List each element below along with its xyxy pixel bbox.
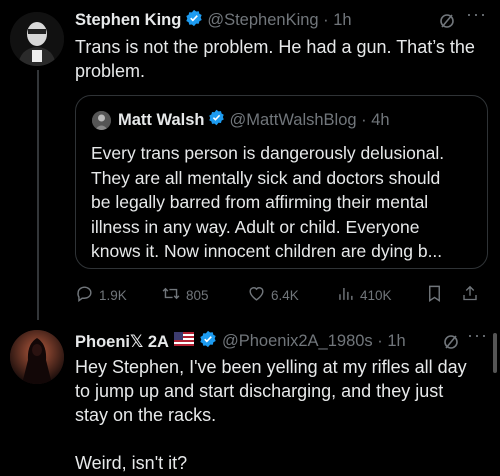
retweet-count: 805 <box>186 287 209 303</box>
tweet2-header: Phoeni𝕏 2A @Phoenix2A_1980s · 1h <box>75 330 406 353</box>
quote-author-handle: @MattWalshBlog · 4h <box>229 110 390 129</box>
reply-button[interactable]: 1.9K <box>75 284 127 306</box>
author-name[interactable]: Stephen King <box>75 11 181 30</box>
tweet1-header: Stephen King @StephenKing · 1h <box>75 9 352 32</box>
more-icon[interactable]: ··· <box>466 4 487 25</box>
quote-author-name: Matt Walsh <box>118 110 205 129</box>
us-flag <box>173 332 194 351</box>
views-count: 410K <box>360 287 392 303</box>
retweet-button[interactable]: 805 <box>161 284 209 306</box>
bookmark-icon[interactable] <box>424 283 444 303</box>
author-name[interactable]: Phoeni𝕏 2A <box>75 332 169 352</box>
author-handle[interactable]: @StephenKing · 1h <box>207 11 351 30</box>
tweet-text: Hey Stephen, I've been yelling at my rif… <box>75 357 467 473</box>
verified-badge-icon <box>208 109 225 131</box>
views-button[interactable]: 410K <box>336 284 392 306</box>
like-icon <box>247 284 266 306</box>
quote-header: Matt Walsh @MattWalshBlog · 4h <box>118 109 390 131</box>
grok-icon[interactable] <box>437 11 457 31</box>
verified-badge-icon <box>199 330 217 353</box>
tweet-text: Trans is not the problem. He had a gun. … <box>75 37 475 81</box>
like-button[interactable]: 6.4K <box>247 284 299 306</box>
more-icon[interactable]: ··· <box>467 325 488 346</box>
like-count: 6.4K <box>271 287 299 303</box>
avatar-phoenix2a[interactable] <box>10 330 64 384</box>
views-icon <box>336 284 355 306</box>
author-handle[interactable]: @Phoenix2A_1980s · 1h <box>222 332 406 351</box>
grok-icon[interactable] <box>441 332 461 352</box>
thread-line <box>37 70 39 320</box>
reply-icon <box>75 284 94 306</box>
quote-avatar <box>92 111 111 130</box>
quote-text: Every trans person is dangerously delusi… <box>91 143 445 261</box>
retweet-icon <box>161 284 181 306</box>
avatar-stephen-king[interactable] <box>10 12 64 66</box>
share-icon[interactable] <box>460 283 480 303</box>
reply-count: 1.9K <box>99 287 127 303</box>
verified-badge-icon <box>185 9 203 32</box>
